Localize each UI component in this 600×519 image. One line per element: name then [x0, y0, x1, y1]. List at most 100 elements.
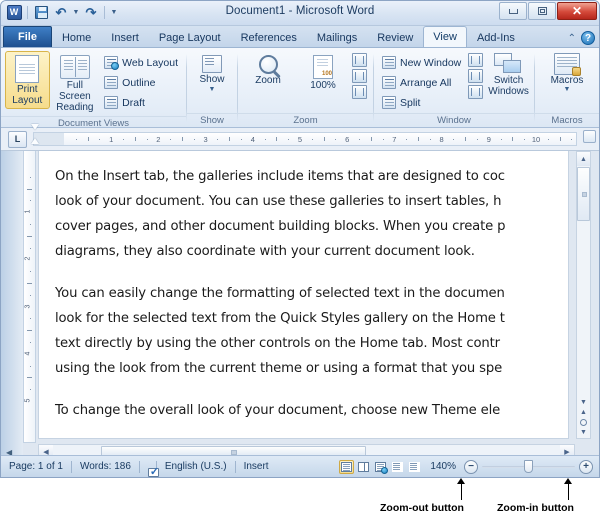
- page-indicator[interactable]: Page: 1 of 1: [1, 461, 71, 472]
- ruler-tick: [335, 139, 336, 140]
- zoom-dialog-button[interactable]: Zoom: [242, 51, 294, 89]
- insert-mode-indicator[interactable]: Insert: [236, 461, 277, 472]
- vertical-scrollbar[interactable]: ▲ ▼ ▲ ▼: [576, 151, 591, 439]
- page-width-icon[interactable]: [352, 85, 367, 99]
- ruler-number: 5: [298, 135, 302, 144]
- tab-view[interactable]: View: [423, 26, 467, 47]
- status-outline-view-button[interactable]: [390, 460, 405, 474]
- ruler-tick: [76, 139, 77, 140]
- horizontal-ruler[interactable]: 12345678910: [33, 132, 577, 146]
- ruler-tick: [465, 137, 466, 141]
- view-shortcut-buttons: [339, 460, 422, 474]
- full-screen-reading-label: Full Screen Reading: [56, 80, 95, 113]
- full-screen-reading-icon: [60, 55, 90, 79]
- tab-page-layout[interactable]: Page Layout: [149, 28, 231, 47]
- ruler-tick: [312, 139, 313, 140]
- web-layout-button[interactable]: Web Layout: [100, 53, 182, 72]
- zoom-100-button[interactable]: 100 100%: [297, 51, 349, 94]
- tab-home[interactable]: Home: [52, 28, 101, 47]
- window-controls[interactable]: ✕: [499, 2, 597, 20]
- outline-icon: [104, 76, 118, 89]
- status-full-screen-reading-view-button[interactable]: [356, 460, 371, 474]
- zoom-out-button[interactable]: −: [464, 460, 478, 474]
- tab-references[interactable]: References: [231, 28, 307, 47]
- draft-label: Draft: [122, 97, 145, 109]
- vertical-ruler: 12345: [23, 151, 36, 443]
- status-right-controls: 140% − +: [339, 460, 599, 474]
- paragraph-2-line-3: text directly by using the other control…: [39, 331, 568, 356]
- web-layout-view-icon: [375, 462, 386, 472]
- print-layout-icon: [15, 55, 39, 83]
- tab-add-ins[interactable]: Add-Ins: [467, 28, 525, 47]
- maximize-button[interactable]: [528, 2, 556, 20]
- two-pages-icon[interactable]: [352, 69, 367, 83]
- reset-window-position-icon[interactable]: [468, 85, 483, 99]
- print-layout-label: Print Layout: [8, 84, 47, 106]
- vertical-ruler-tick: [27, 236, 32, 237]
- tab-insert[interactable]: Insert: [101, 28, 149, 47]
- print-layout-button[interactable]: Print Layout: [5, 51, 50, 109]
- previous-page-icon[interactable]: ▼: [580, 399, 587, 406]
- print-layout-view-icon: [341, 462, 352, 472]
- arrange-all-button[interactable]: Arrange All: [378, 73, 465, 92]
- zoom-in-callout-line: [568, 484, 569, 500]
- vertical-scroll-thumb[interactable]: [577, 167, 590, 221]
- status-web-layout-view-button[interactable]: [373, 460, 388, 474]
- vertical-ruler-tick: [30, 248, 31, 249]
- close-button[interactable]: ✕: [557, 2, 597, 20]
- outline-button[interactable]: Outline: [100, 73, 182, 92]
- ruler-tick: [135, 137, 136, 141]
- zoom-out-callout-line: [461, 484, 462, 500]
- zoom-level-label[interactable]: 140%: [426, 461, 460, 472]
- new-window-button[interactable]: New Window: [378, 53, 465, 72]
- select-browse-object-icon[interactable]: [580, 419, 587, 426]
- full-screen-reading-button[interactable]: Full Screen Reading: [53, 51, 98, 116]
- tab-review[interactable]: Review: [367, 28, 423, 47]
- browse-object-controls[interactable]: ▼ ▲ ▼: [577, 399, 590, 436]
- ruler-tick: [182, 137, 183, 141]
- scroll-up-button[interactable]: ▲: [577, 152, 590, 166]
- arrange-all-icon: [382, 76, 396, 89]
- next-page-icon[interactable]: ▼: [580, 429, 587, 436]
- show-dropdown-icon[interactable]: ▼: [209, 86, 216, 93]
- tab-stop-selector[interactable]: L: [8, 131, 27, 148]
- browse-up-icon[interactable]: ▲: [580, 409, 587, 416]
- split-button[interactable]: Split: [378, 93, 465, 112]
- zoom-out-annotation-label: Zoom-out button: [380, 502, 464, 514]
- macros-button[interactable]: Macros ▼: [541, 51, 593, 95]
- zoom-in-annotation-label: Zoom-in button: [497, 502, 574, 514]
- paragraph-3-line-1: To change the overall look of your docum…: [39, 398, 568, 423]
- show-button[interactable]: Show ▼: [191, 51, 233, 96]
- synchronous-scrolling-icon[interactable]: [468, 69, 483, 83]
- ruler-tick: [430, 139, 431, 140]
- tab-file[interactable]: File: [3, 26, 52, 47]
- indent-markers[interactable]: [31, 124, 40, 146]
- zoom-100-label: 100%: [310, 80, 336, 91]
- help-icon[interactable]: ?: [581, 31, 595, 45]
- ruler-tick: [571, 139, 572, 140]
- ruler-marks: 12345678910: [34, 133, 576, 145]
- one-page-icon[interactable]: [352, 53, 367, 67]
- macros-dropdown-icon[interactable]: ▼: [564, 86, 571, 93]
- switch-windows-button[interactable]: Switch Windows: [486, 51, 531, 99]
- view-ruler-icon[interactable]: [583, 130, 596, 143]
- ruler-number: 10: [532, 135, 540, 144]
- vertical-ruler-number: 1: [24, 210, 31, 214]
- status-print-layout-view-button[interactable]: [339, 460, 354, 474]
- view-side-by-side-icon[interactable]: [468, 53, 483, 67]
- minimize-ribbon-icon[interactable]: ⌃: [568, 33, 576, 44]
- zoom-slider[interactable]: [482, 460, 575, 474]
- ruler-number: 7: [392, 135, 396, 144]
- status-draft-view-button[interactable]: [407, 460, 422, 474]
- draft-button[interactable]: Draft: [100, 93, 182, 112]
- tab-mailings[interactable]: Mailings: [307, 28, 367, 47]
- minimize-button[interactable]: [499, 2, 527, 20]
- document-page[interactable]: On the Insert tab, the galleries include…: [38, 151, 569, 439]
- zoom-in-button[interactable]: +: [579, 460, 593, 474]
- ruler-tick: [501, 139, 502, 140]
- word-count[interactable]: Words: 186: [72, 461, 139, 472]
- language-indicator[interactable]: English (U.S.): [157, 461, 235, 472]
- ruler-tick: [265, 139, 266, 140]
- zoom-slider-knob[interactable]: [524, 460, 533, 473]
- ribbon-tab-bar: File Home Insert Page Layout References …: [1, 26, 599, 48]
